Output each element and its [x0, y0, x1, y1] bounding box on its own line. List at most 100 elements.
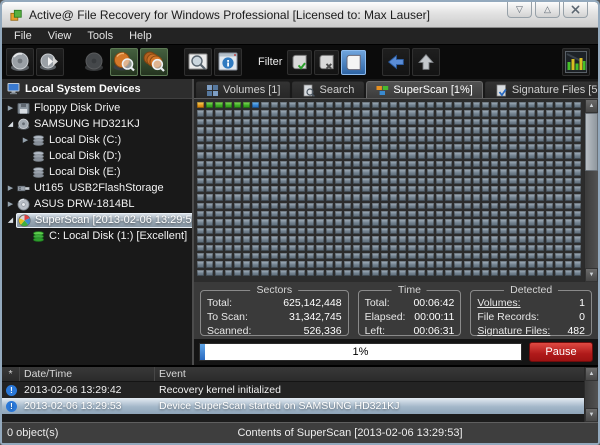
scan-cell [271, 178, 278, 184]
tree-expander-icon[interactable]: ◢ [5, 216, 16, 224]
scan-cell [427, 178, 434, 184]
scan-cell [519, 211, 526, 217]
menu-tools[interactable]: Tools [79, 30, 121, 42]
stat-label[interactable]: Volumes: [477, 296, 520, 310]
scan-cell [418, 253, 425, 259]
scan-cell [473, 219, 480, 225]
scroll-up-icon[interactable]: ▲ [585, 99, 598, 113]
scan-cell [372, 228, 379, 234]
scan-cell [307, 228, 314, 234]
tab-superscan-1[interactable]: SuperScan [1%] [366, 81, 483, 98]
scan-cell [390, 152, 397, 158]
preview-button[interactable] [184, 48, 212, 76]
maximize-button[interactable]: △ [535, 2, 560, 18]
log-scroll-down-icon[interactable]: ▼ [585, 408, 598, 422]
tree-expander-icon[interactable]: ▶ [5, 104, 16, 112]
tree-item[interactable]: ▶Ut165 USB2FlashStorage [2, 180, 192, 196]
menu-view[interactable]: View [40, 30, 80, 42]
tree-expander-icon[interactable]: ▶ [20, 136, 31, 144]
scan-cell [289, 169, 296, 175]
tree-item[interactable]: C: Local Disk (1:) [Excellent] [2, 228, 192, 244]
scan-cell [215, 270, 222, 276]
statistics-button[interactable] [562, 48, 590, 76]
scan-cell [234, 152, 241, 158]
tab-volumes-1[interactable]: Volumes [1] [196, 81, 290, 98]
scan-cell [335, 136, 342, 142]
scan-cell [353, 127, 360, 133]
scan-cell [436, 219, 443, 225]
log-col-event[interactable]: Event [155, 367, 584, 381]
scan-cell [261, 211, 268, 217]
scan-cell [528, 245, 535, 251]
log-col-status[interactable]: * [2, 367, 20, 381]
nav-up-button[interactable] [412, 48, 440, 76]
grid-scrollbar[interactable]: ▲ ▼ [584, 99, 598, 282]
log-row[interactable]: !2013-02-06 13:29:53Device SuperScan sta… [2, 398, 584, 414]
tree-item[interactable]: ◢SuperScan [2013-02-06 13:29:53] [2, 212, 192, 228]
scan-cell [326, 119, 333, 125]
scan-cell [418, 228, 425, 234]
tree-item[interactable]: ◢SAMSUNG HD321KJ [2, 116, 192, 132]
minimize-button[interactable]: ▽ [507, 2, 532, 18]
filter-label: Filter [258, 56, 282, 68]
log-row[interactable]: !2013-02-06 13:29:42Recovery kernel init… [2, 382, 584, 398]
scan-cell [353, 161, 360, 167]
scan-cell [445, 253, 452, 259]
stat-label[interactable]: Signature Files: [477, 324, 550, 338]
scroll-down-icon[interactable]: ▼ [585, 268, 598, 282]
scan-cell [225, 169, 232, 175]
file-info-button[interactable] [214, 48, 242, 76]
tab-search[interactable]: Search [292, 81, 364, 98]
scan-cell [289, 119, 296, 125]
scan-cell [234, 245, 241, 251]
scrollbar-thumb[interactable] [585, 113, 598, 171]
scan-cell [298, 144, 305, 150]
scan-cell [445, 169, 452, 175]
stat-row: File Records:0 [477, 310, 585, 324]
close-button[interactable] [563, 2, 588, 18]
filter-deleted-button[interactable] [314, 50, 339, 75]
menu-file[interactable]: File [6, 30, 40, 42]
scan-cell [537, 169, 544, 175]
tree-item[interactable]: ▶Local Disk (C:) [2, 132, 192, 148]
scan-cell [565, 194, 572, 200]
tree-item-label: Local Disk (E:) [49, 166, 121, 178]
log-scroll-up-icon[interactable]: ▲ [585, 367, 598, 381]
tree-expander-icon[interactable]: ▶ [5, 200, 16, 208]
scan-cell [565, 127, 572, 133]
pause-button[interactable]: Pause [529, 342, 593, 362]
open-disk-button[interactable] [6, 48, 34, 76]
scan-cell [197, 219, 204, 225]
title-bar: Active@ File Recovery for Windows Profes… [2, 2, 598, 28]
volume-icon [32, 150, 45, 163]
nav-back-button[interactable] [382, 48, 410, 76]
log-col-datetime[interactable]: Date/Time [20, 367, 155, 381]
menu-help[interactable]: Help [121, 30, 160, 42]
scan-cell [454, 110, 461, 116]
scan-cell [464, 169, 471, 175]
scan-cell [500, 119, 507, 125]
tab-signature-files-507[interactable]: Signature Files [507] [485, 81, 600, 98]
log-scrollbar[interactable]: ▲ ▼ [584, 367, 598, 422]
scan-cell [362, 178, 369, 184]
tree-expander-icon[interactable]: ▶ [5, 184, 16, 192]
superscan-button[interactable] [140, 48, 168, 76]
scan-cell [408, 245, 415, 251]
tree-item[interactable]: Local Disk (D:) [2, 148, 192, 164]
filter-all-button[interactable] [341, 50, 366, 75]
scan-cell [546, 127, 553, 133]
scan-cell [574, 152, 581, 158]
scan-cell [418, 136, 425, 142]
scan-cell [546, 161, 553, 167]
volume-green-icon [32, 230, 45, 243]
tree-item[interactable]: ▶ASUS DRW-1814BL [2, 196, 192, 212]
scan-cell [243, 186, 250, 192]
filter-recoverable-button[interactable] [287, 50, 312, 75]
tree-item[interactable]: ▶Floppy Disk Drive [2, 100, 192, 116]
recover-button[interactable] [36, 48, 64, 76]
quickscan-button[interactable] [110, 48, 138, 76]
scan-cell [555, 194, 562, 200]
tree-item[interactable]: Local Disk (E:) [2, 164, 192, 180]
tree-expander-icon[interactable]: ◢ [5, 120, 16, 128]
scan-cell [316, 245, 323, 251]
